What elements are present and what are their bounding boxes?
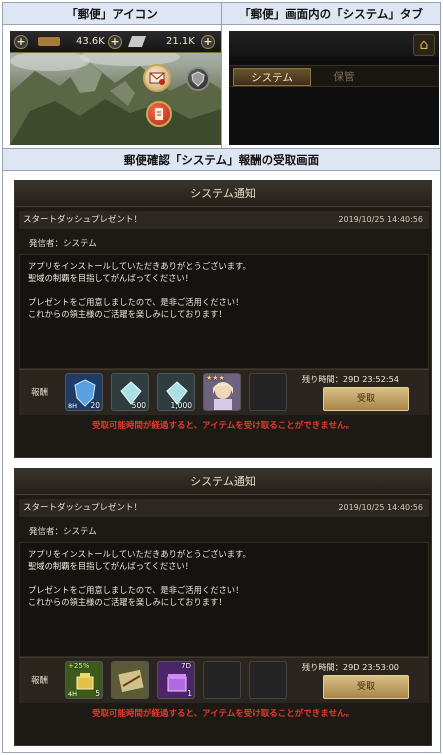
panel-title: システム通知 — [15, 181, 431, 207]
warning-text: 受取可能時間が経過すると、アイテムを受け取ることができません。 — [91, 709, 355, 719]
resource-value-2: 21.1K — [166, 36, 195, 47]
item-stars: ★★★ — [206, 374, 225, 382]
mail-date: 2019/10/25 14:40:56 — [338, 215, 423, 224]
panel-title: システム通知 — [15, 469, 431, 495]
item-qty: 1,000 — [170, 401, 192, 410]
body-line — [28, 572, 420, 584]
event-icon-button[interactable] — [146, 101, 172, 127]
scroll-icon — [155, 108, 163, 120]
divider — [221, 3, 222, 148]
header-reward-screen: 郵便確認「システム」報酬の受取画面 — [3, 149, 440, 171]
mail-subject: スタートダッシュプレゼント！ 2019/10/25 14:40:56 — [19, 499, 429, 517]
mail-body: アプリをインストールしていただきありがとうございます。 聖域の制覇を目指してがん… — [19, 542, 429, 657]
body-line: 聖域の制覇を目指してがんばってください！ — [28, 561, 194, 571]
body-line — [28, 284, 420, 296]
subject-text: スタートダッシュプレゼント！ — [23, 503, 143, 513]
subject-text: スタートダッシュプレゼント！ — [23, 215, 143, 225]
body-line: プレゼントをご用意しましたので、是非ご活用ください！ — [28, 585, 244, 595]
mail-date: 2019/10/25 14:40:56 — [338, 503, 423, 512]
header-mail-icon: 「郵便」アイコン — [3, 3, 221, 25]
tab-keep[interactable]: 保管 — [315, 68, 373, 86]
body-line: アプリをインストールしていただきありがとうございます。 — [28, 261, 251, 271]
remaining-time: 残り時間：29D 23:53:00 — [301, 662, 399, 672]
wood-icon — [38, 37, 60, 46]
body-line: これからの領主様のご活躍を楽しみにしております！ — [28, 597, 227, 607]
mail-body: アプリをインストールしていただきありがとうございます。 聖域の制覇を目指してがん… — [19, 254, 429, 369]
shield-icon[interactable] — [186, 67, 210, 91]
plus-icon[interactable]: + — [201, 35, 215, 49]
reward-label: 報酬 — [31, 676, 49, 686]
stone-icon — [127, 36, 147, 47]
item-duration: 4H — [68, 690, 78, 698]
mail-icon-button[interactable] — [143, 64, 171, 92]
reward-section: 報酬 8H 20 500 1,000 ★★★ 残り時間：29D 23:52:54… — [19, 369, 429, 415]
reward-item-empty — [249, 373, 287, 411]
reward-item[interactable]: 1,000 — [157, 373, 195, 411]
item-duration: 7D — [181, 662, 191, 670]
item-qty: 500 — [131, 401, 146, 410]
item-boost: +25% — [68, 662, 90, 670]
remaining-time: 残り時間：29D 23:52:54 — [301, 374, 399, 384]
item-qty: 5 — [95, 689, 100, 698]
reward-label: 報酬 — [31, 388, 49, 398]
resource-bar: + 43.6K + 21.1K + — [10, 31, 221, 53]
plus-icon[interactable]: + — [108, 35, 122, 49]
home-icon[interactable]: ⌂ — [413, 34, 435, 56]
header-system-tab: 「郵便」画面内の「システム」タブ — [222, 3, 440, 25]
body-line: 聖域の制覇を目指してがんばってください！ — [28, 273, 194, 283]
plus-icon[interactable]: + — [14, 35, 28, 49]
item-qty: 1 — [187, 689, 192, 698]
resource-value-1: 43.6K — [76, 36, 105, 47]
reward-item-empty — [249, 661, 287, 699]
tab-system[interactable]: システム — [233, 68, 311, 86]
mail-sender: 発信者：システム — [29, 239, 97, 249]
item-qty: 20 — [90, 401, 100, 410]
instruction-table: 「郵便」アイコン 「郵便」画面内の「システム」タブ + 43.6K + 21.1… — [2, 2, 441, 753]
map-scroll-icon — [118, 669, 144, 693]
mail-screen-screenshot: ⌂ システム 保管 — [229, 31, 439, 145]
body-line: これからの領主様のご活躍を楽しみにしております！ — [28, 309, 227, 319]
reward-item[interactable]: 500 — [111, 373, 149, 411]
reward-item[interactable]: ★★★ — [203, 373, 241, 411]
reward-item[interactable]: 8H 20 — [65, 373, 103, 411]
claim-button[interactable]: 受取 — [323, 675, 409, 699]
mail-panel: システム通知 スタートダッシュプレゼント！ 2019/10/25 14:40:5… — [14, 180, 432, 458]
reward-item[interactable]: 7D 1 — [157, 661, 195, 699]
mail-panel: システム通知 スタートダッシュプレゼント！ 2019/10/25 14:40:5… — [14, 468, 432, 746]
reward-item[interactable] — [111, 661, 149, 699]
reward-item-empty — [203, 661, 241, 699]
reward-section: 報酬 +25% 4H 5 7D 1 残り時間：29D 23:53:00 受取 — [19, 657, 429, 703]
envelope-icon — [149, 72, 165, 85]
mail-subject: スタートダッシュプレゼント！ 2019/10/25 14:40:56 — [19, 211, 429, 229]
reward-item[interactable]: +25% 4H 5 — [65, 661, 103, 699]
body-line: プレゼントをご用意しましたので、是非ご活用ください！ — [28, 297, 244, 307]
mail-top-bar: ⌂ — [229, 31, 439, 57]
mail-sender: 発信者：システム — [29, 527, 97, 537]
game-map-screenshot: + 43.6K + 21.1K + — [10, 31, 221, 145]
item-duration: 8H — [68, 402, 78, 410]
mail-tab-bar: システム 保管 — [229, 65, 439, 87]
body-line: アプリをインストールしていただきありがとうございます。 — [28, 549, 251, 559]
warning-text: 受取可能時間が経過すると、アイテムを受け取ることができません。 — [91, 421, 355, 431]
claim-button[interactable]: 受取 — [323, 387, 409, 411]
